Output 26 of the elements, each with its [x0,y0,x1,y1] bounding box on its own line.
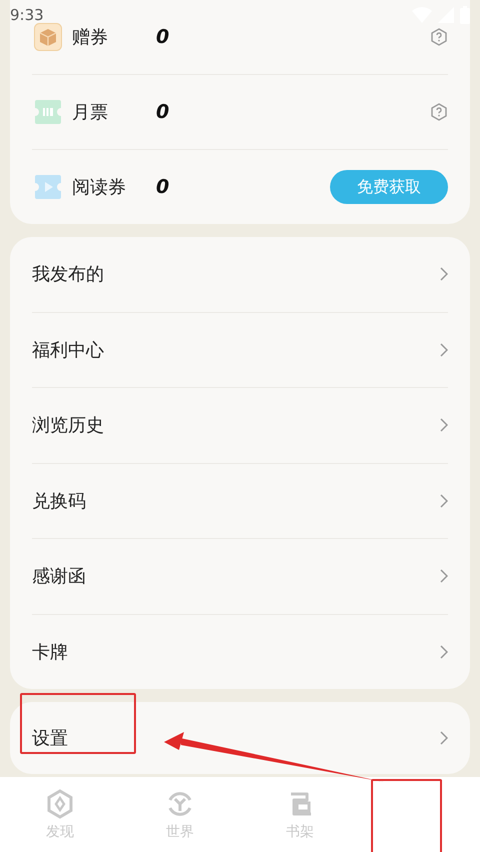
ticket-icon [34,98,62,126]
voucher-count: 0 [156,26,170,48]
help-icon[interactable] [430,28,448,46]
menu-item[interactable]: 我发布的 [32,237,448,312]
chevron-icon [440,418,448,432]
chevron-icon [440,569,448,584]
voucher-count: 0 [156,176,170,198]
chevron-icon [440,494,448,508]
menu-item[interactable]: 浏览历史 [32,387,448,462]
voucher-label: 月票 [72,101,109,124]
voucher-count: 0 [156,101,170,123]
chevron-icon [440,267,448,282]
chevron-icon [440,731,448,745]
chevron-icon [440,644,448,659]
voucher-label: 阅读券 [72,176,127,199]
menu-item[interactable]: 福利中心 [32,312,448,387]
menu-item[interactable]: 感谢函 [32,538,448,614]
voucher-label: 赠券 [72,26,109,49]
status-time: 9:33 [10,6,44,24]
menu-item[interactable]: 兑换码 [32,462,448,538]
box-icon [34,23,62,51]
hexagon-icon [45,788,75,818]
play-ticket-icon [34,173,62,201]
help-icon[interactable] [430,103,448,121]
menu-item[interactable]: 卡牌 [32,614,448,689]
chevron-icon [440,342,448,357]
